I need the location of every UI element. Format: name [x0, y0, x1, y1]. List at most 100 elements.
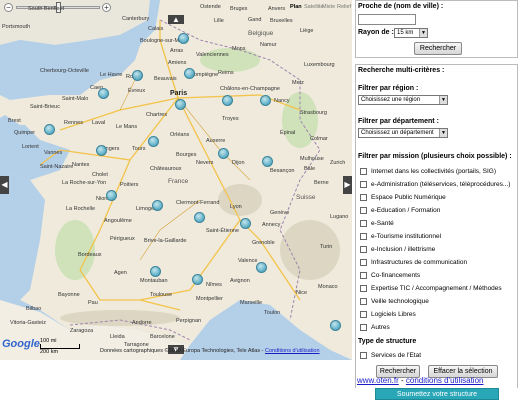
mission-option[interactable]: e-Tourisme institutionnel	[360, 231, 441, 242]
mission-option[interactable]: Espace Public Numérique	[360, 192, 446, 203]
copyright-text: Données cartographiques ©2010 Europa Tec…	[100, 348, 264, 354]
structure-marker[interactable]	[194, 212, 205, 223]
maptype-relief[interactable]: Relief	[337, 4, 351, 10]
city-label: Avignon	[230, 278, 250, 284]
city-label: Périgueux	[110, 236, 135, 242]
city-label: Amiens	[168, 60, 187, 66]
structure-marker[interactable]	[150, 266, 161, 277]
city-label: Liège	[300, 28, 314, 34]
structure-marker[interactable]	[218, 148, 229, 159]
structure-marker[interactable]	[98, 88, 109, 99]
city-label: Portsmouth	[2, 24, 31, 30]
checkbox[interactable]	[360, 233, 367, 240]
structure-marker[interactable]	[152, 200, 163, 211]
mission-label: Filtrer par mission (plusieurs choix pos…	[358, 153, 512, 160]
checkbox[interactable]	[360, 194, 367, 201]
mission-option[interactable]: Co-financements	[360, 270, 420, 281]
terms-link[interactable]: Conditions d'utilisation	[265, 348, 320, 354]
structure-marker[interactable]	[44, 124, 55, 135]
maptype-satellite[interactable]: Satellite	[304, 4, 324, 10]
pan-left-arrow-icon[interactable]: ◀	[0, 176, 9, 194]
city-label: South Benfleet	[28, 6, 65, 12]
city-label: Quimper	[14, 130, 36, 136]
city-label: Monaco	[318, 284, 338, 290]
city-label: Canterbury	[122, 16, 150, 22]
checkbox[interactable]	[360, 246, 367, 253]
structure-marker[interactable]	[192, 274, 203, 285]
checkbox[interactable]	[360, 298, 367, 305]
checkbox[interactable]	[360, 285, 367, 292]
mission-option[interactable]: Infrastructures de communication	[360, 257, 467, 268]
dept-select[interactable]: Choisissez un département ▼	[358, 128, 448, 138]
mission-option-label: Internet dans les collectivités (portail…	[371, 168, 496, 175]
country-label: Suisse	[296, 194, 316, 201]
checkbox[interactable]	[360, 311, 367, 318]
mission-option[interactable]: e-Education / Formation	[360, 205, 440, 216]
region-select[interactable]: Choisissez une région ▼	[358, 95, 448, 105]
search-button[interactable]: Rechercher	[414, 42, 462, 55]
city-label: Vitoria-Gasteiz	[10, 320, 46, 326]
maptype-plan[interactable]: Plan	[290, 4, 302, 10]
city-label: Lugano	[330, 214, 349, 220]
checkbox[interactable]	[360, 181, 367, 188]
maptype-mixte[interactable]: Mixte	[322, 4, 335, 10]
mission-option[interactable]: e-Santé	[360, 218, 394, 229]
structure-marker[interactable]	[96, 145, 107, 156]
mission-option-label: Expertise TIC / Accompagnement / Méthode…	[371, 285, 502, 292]
checkbox[interactable]	[360, 324, 367, 331]
mission-option[interactable]: Autres	[360, 322, 390, 333]
structure-marker[interactable]	[175, 99, 186, 110]
google-logo[interactable]: Google	[2, 338, 40, 350]
checkbox[interactable]	[360, 220, 367, 227]
mission-option-label: e-Education / Formation	[371, 207, 441, 214]
structure-marker[interactable]	[262, 156, 273, 167]
mission-option[interactable]: Internet dans les collectivités (portail…	[360, 166, 496, 177]
city-label: Bayonne	[58, 292, 80, 298]
city-input[interactable]	[358, 14, 416, 25]
pan-up-arrow-icon[interactable]: ▲	[168, 15, 184, 24]
structure-marker[interactable]	[256, 262, 267, 273]
structure-marker[interactable]	[222, 95, 233, 106]
structure-marker[interactable]	[132, 70, 143, 81]
city-label: Bordeaux	[78, 252, 102, 258]
mission-option[interactable]: Logiciels Libres	[360, 309, 416, 320]
mission-option-label: e-Santé	[371, 220, 394, 227]
conditions-link[interactable]: conditions d'utilisation	[406, 376, 484, 385]
mission-option[interactable]: e-Inclusion / illettrisme	[360, 244, 435, 255]
checkbox[interactable]	[360, 259, 367, 266]
city-label: Saint-Étienne	[206, 228, 240, 234]
mission-option[interactable]: Veille technologique	[360, 296, 429, 307]
checkbox[interactable]	[360, 352, 367, 359]
checkbox[interactable]	[360, 207, 367, 214]
mission-option-label: e-Administration (téléservices, téléproc…	[371, 181, 511, 188]
city-label: Metz	[292, 80, 304, 86]
checkbox[interactable]	[360, 272, 367, 279]
structure-marker[interactable]	[106, 190, 117, 201]
region-value: Choisissez une région	[361, 97, 421, 103]
oten-link[interactable]: www.oten.fr	[357, 376, 399, 385]
mission-option[interactable]: e-Administration (téléservices, téléproc…	[360, 179, 510, 190]
city-label: Valenciennes	[196, 52, 229, 58]
city-label: Arras	[170, 48, 184, 54]
city-label: Paris	[170, 90, 188, 97]
city-label: Rennes	[64, 120, 83, 126]
submit-structure-button[interactable]: Soumettez votre structure	[375, 388, 499, 400]
city-label: Lorient	[22, 144, 39, 150]
structure-marker[interactable]	[260, 95, 271, 106]
structure-marker[interactable]	[240, 218, 251, 229]
city-label: Vannes	[44, 150, 63, 156]
zoom-in-button[interactable]: +	[102, 3, 111, 12]
rayon-select[interactable]: 15 km ▼	[394, 28, 428, 38]
mission-option[interactable]: Expertise TIC / Accompagnement / Méthode…	[360, 283, 502, 294]
map[interactable]: − + Plan Satellite Mixte Relief ▲ ▼ ◀ ▶ …	[0, 0, 352, 360]
city-label: Brive-la-Gaillarde	[144, 238, 187, 244]
structure-type-option[interactable]: Services de l'Etat	[360, 350, 421, 361]
structure-marker[interactable]	[330, 320, 341, 331]
structure-marker[interactable]	[184, 68, 195, 79]
structure-marker[interactable]	[178, 33, 189, 44]
checkbox[interactable]	[360, 168, 367, 175]
structure-marker[interactable]	[148, 136, 159, 147]
zoom-out-button[interactable]: −	[4, 3, 13, 12]
map-scale: 100 mi 200 km	[40, 338, 80, 355]
pan-right-arrow-icon[interactable]: ▶	[343, 176, 352, 194]
